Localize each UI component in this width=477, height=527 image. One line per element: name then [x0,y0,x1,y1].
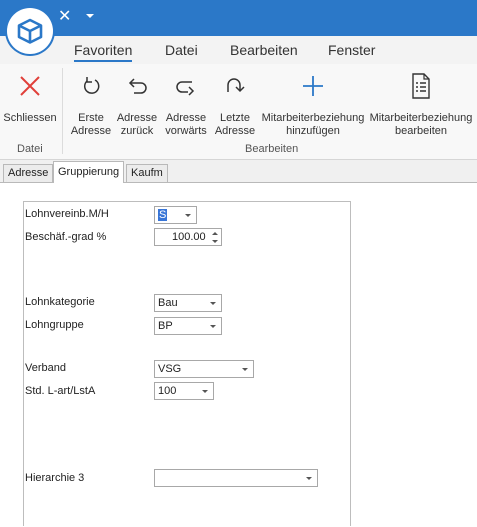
std-lart-value: 100 [158,385,177,397]
mitarbeiterbeziehung-bearbeiten-button[interactable]: Mitarbeiterbeziehung bearbeiten [369,70,473,138]
adresse-vorwaerts-button[interactable]: Adresse vorwärts [163,70,209,138]
lohnkategorie-value: Bau [158,297,178,309]
verband-value: VSG [158,363,182,375]
chevron-down-icon [210,302,216,305]
tab-kaufm[interactable]: Kaufm [126,164,168,182]
app-logo-icon[interactable] [7,8,53,54]
tab-gruppierung[interactable]: Gruppierung [53,161,125,183]
spin-up-icon[interactable] [212,232,218,235]
schliessen-button[interactable]: Schliessen [3,70,57,125]
erste-adresse-button[interactable]: Erste Adresse [68,70,114,138]
mitarbeiterbeziehung-hinzufuegen-button[interactable]: Mitarbeiterbeziehung hinzufügen [261,70,365,138]
menu-tab-favoriten[interactable]: Favoriten [74,42,133,62]
rotate-arrow-icon [68,70,114,102]
menu-tab-bearbeiten[interactable]: Bearbeiten [230,42,298,58]
beschaef-grad-value: 100.00 [172,231,206,243]
tab-adresse[interactable]: Adresse [3,164,54,182]
title-bar: ✕ [0,0,477,36]
back-arrow-icon [114,70,160,102]
chevron-down-icon [202,390,208,393]
document-tab-strip: Adresse Gruppierung Kaufm [0,161,477,183]
chevron-down-icon [242,368,248,371]
forward-arrow-icon [163,70,209,102]
letzte-adresse-button[interactable]: Letzte Adresse [212,70,258,138]
lohngruppe-value: BP [158,320,173,332]
chevron-down-icon [185,214,191,217]
beschaef-grad-label: Beschäf.-grad % [25,231,107,243]
plus-icon [261,70,365,102]
hierarchie-3-label: Hierarchie 3 [25,472,85,484]
lohnkategorie-select[interactable]: Bau [154,294,222,312]
last-arrow-icon [212,70,258,102]
beschaef-grad-spinner[interactable]: 100.00 [154,228,222,246]
verband-label: Verband [25,362,66,374]
hierarchie-3-select[interactable] [154,469,318,487]
group-label-datei: Datei [17,143,43,155]
close-icon[interactable]: ✕ [58,9,71,25]
verband-select[interactable]: VSG [154,360,254,378]
lohnvereinb-label: Lohnvereinb.M/H [25,208,109,220]
menu-tab-fenster[interactable]: Fenster [328,42,375,58]
std-lart-label: Std. L-art/LstA [25,385,96,397]
quick-access-dropdown-icon[interactable] [86,14,94,18]
group-separator [62,68,63,154]
chevron-down-icon [210,325,216,328]
std-lart-select[interactable]: 100 [154,382,214,400]
document-list-icon [369,70,473,102]
menu-tab-datei[interactable]: Datei [165,42,198,58]
lohnvereinb-value: S [158,209,168,221]
group-label-bearbeiten: Bearbeiten [245,143,299,155]
lohngruppe-label: Lohngruppe [25,319,84,331]
adresse-zurueck-button[interactable]: Adresse zurück [114,70,160,138]
chevron-down-icon [306,477,312,480]
lohnvereinb-select[interactable]: S [154,206,197,224]
close-x-icon [3,70,57,102]
lohngruppe-select[interactable]: BP [154,317,222,335]
lohnkategorie-label: Lohnkategorie [25,296,95,308]
menu-bar: Favoriten Datei Bearbeiten Fenster [0,36,477,64]
spin-down-icon[interactable] [212,240,218,243]
ribbon: Schliessen Erste Adresse Adresse zurück … [0,64,477,160]
